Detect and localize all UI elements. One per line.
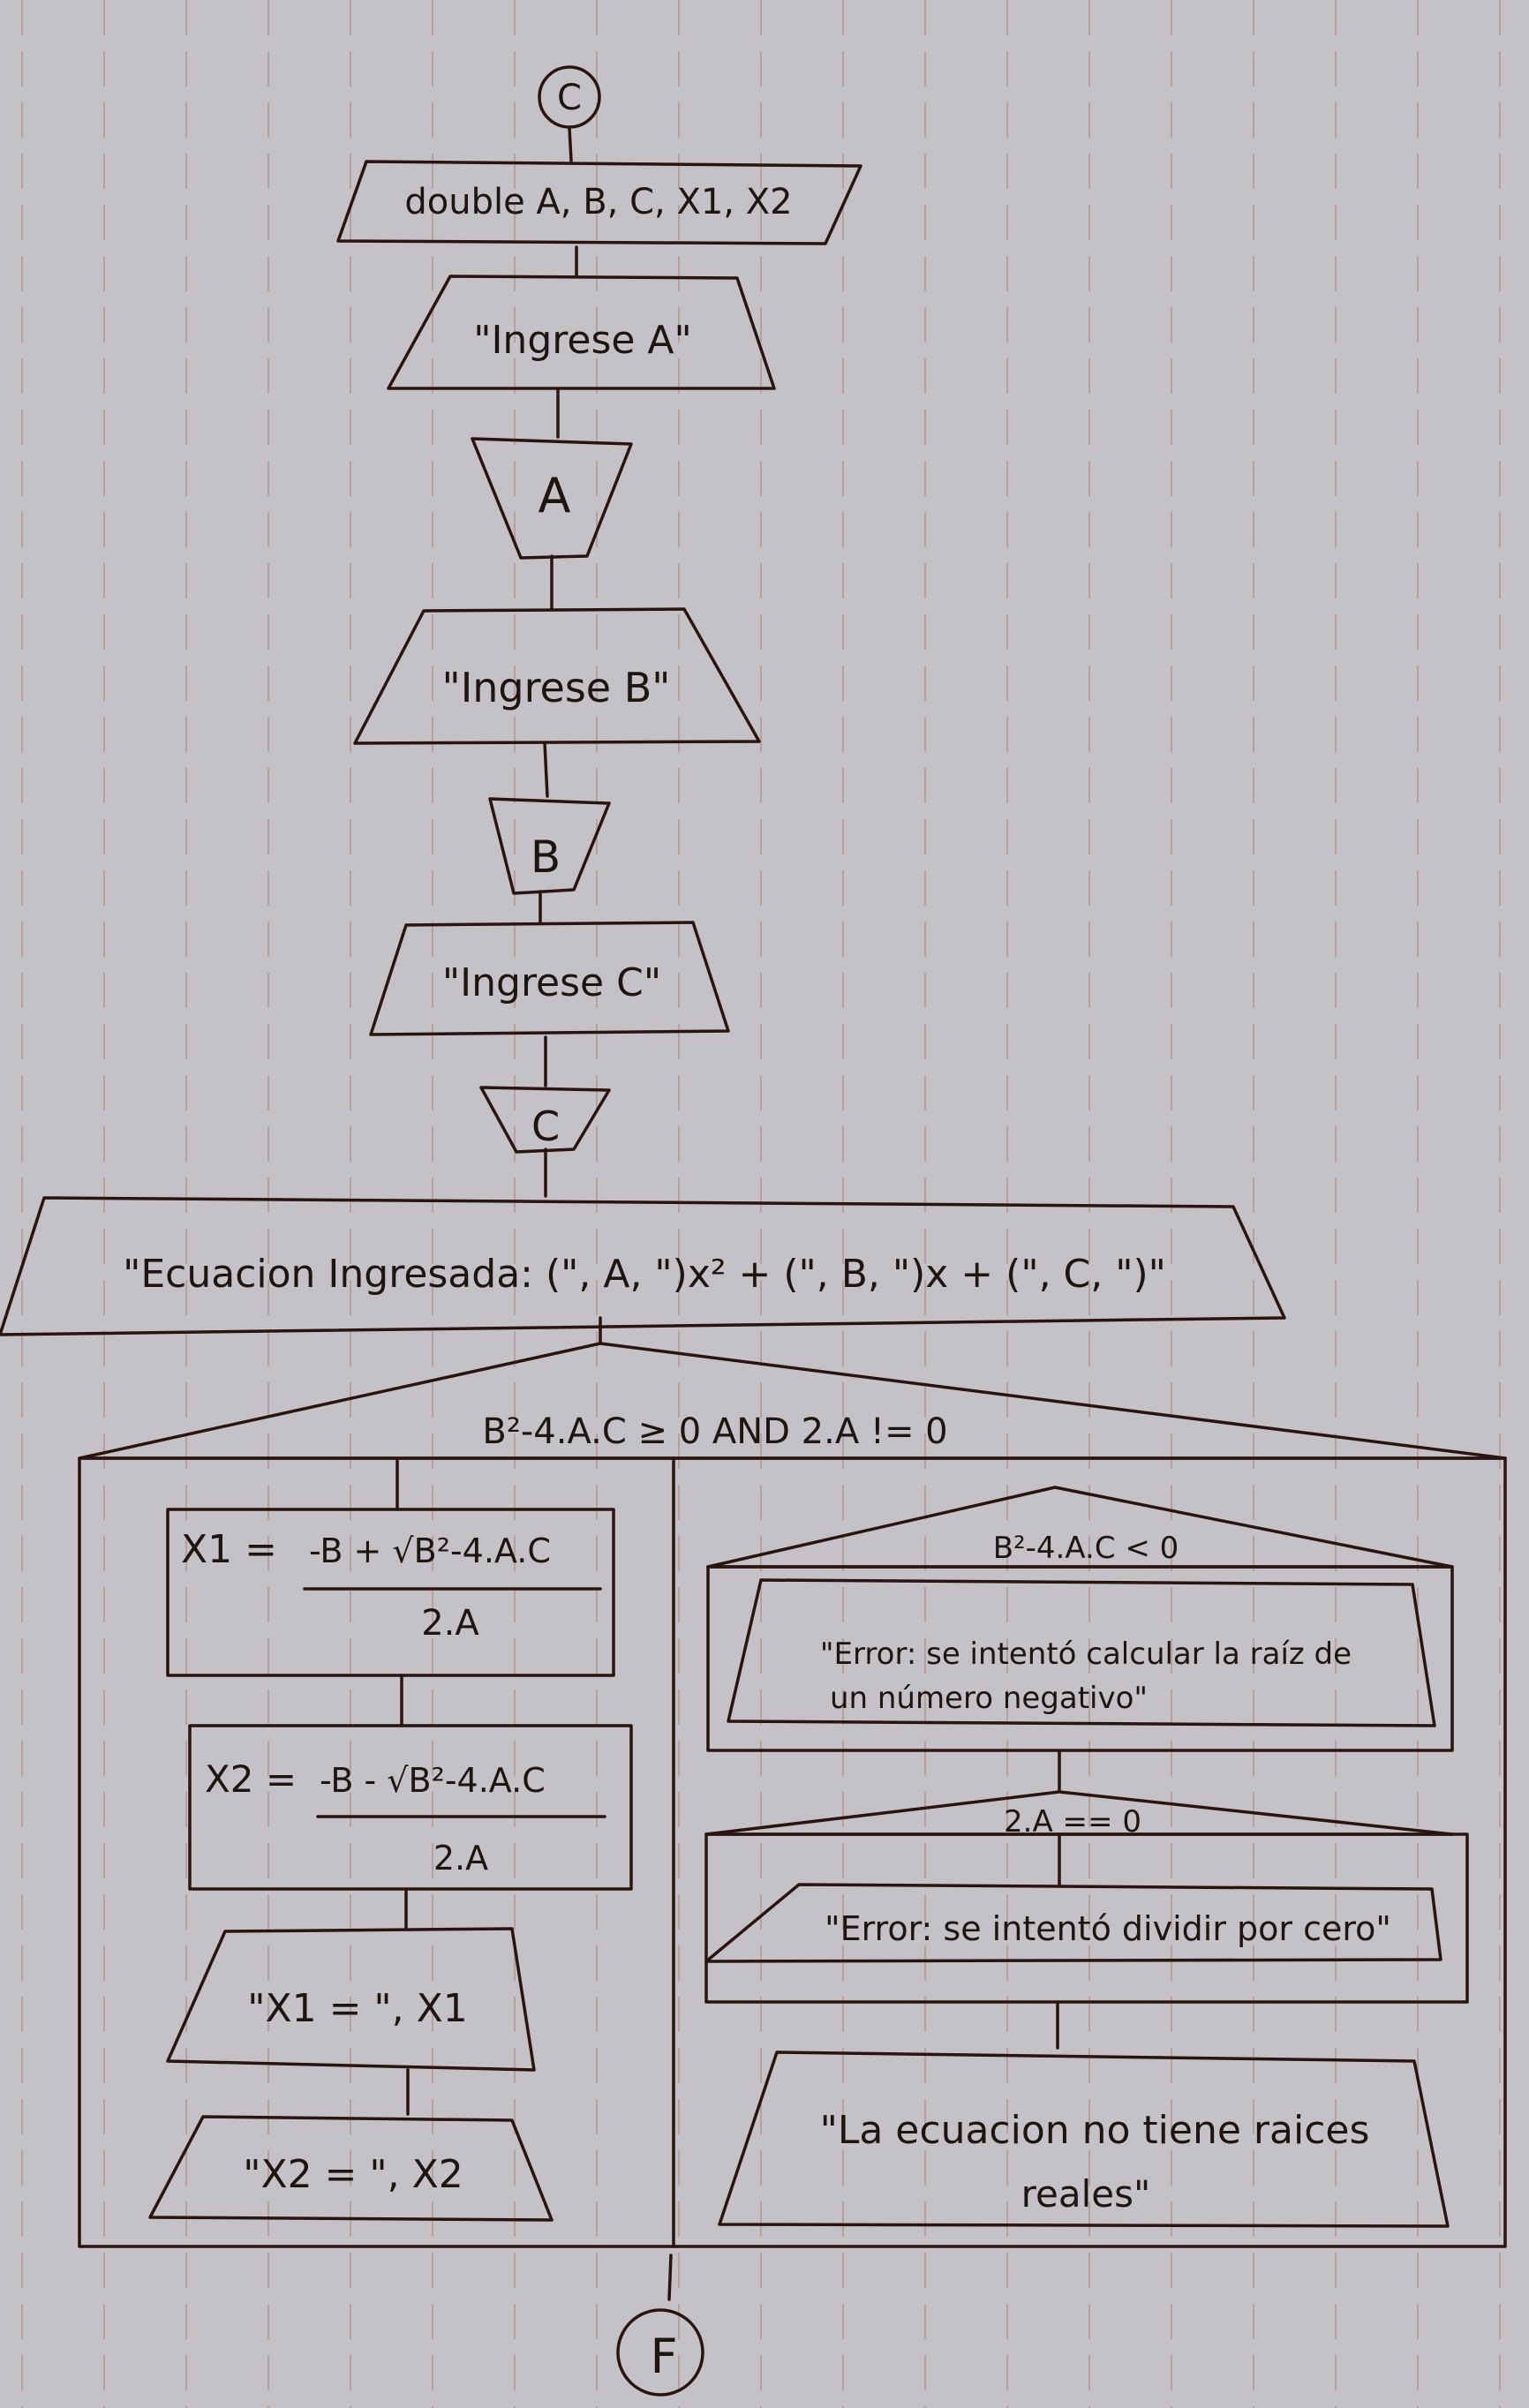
input-c-box: C [479,1086,611,1154]
main-condition-text: B²-4.A.C ≥ 0 AND 2.A != 0 [482,1411,947,1452]
true-branch: X1 = -B + √B²-4.A.C 2.A X2 = -B - √B²-4.… [148,1459,633,2222]
prompt-a-text: "Ingrese A" [473,318,692,363]
prompt-a-box: "Ingrese A" [387,275,776,390]
end-connector: F [616,2308,704,2397]
start-connector-label: C [557,78,582,118]
error-negative-line1: "Error: se intentó calcular la raíz de [820,1637,1352,1672]
input-b-box: B [488,797,611,895]
x1-numerator: -B + √B²-4.A.C [309,1531,551,1570]
negative-decision: B²-4.A.C < 0 "Error: se intentó calcular… [706,1486,1454,1752]
x1-denominator: 2.A [421,1603,479,1644]
input-a-box: A [471,437,633,560]
x2-process-box: X2 = -B - √B²-4.A.C 2.A [188,1724,633,1891]
prompt-c-box: "Ingrese C" [369,921,730,1036]
input-a-text: A [539,468,571,523]
x1-lhs: X1 = [181,1527,277,1572]
false-branch: B²-4.A.C < 0 "Error: se intentó calcular… [704,1486,1469,2228]
print-x1-text: "X1 = ", X1 [247,1986,468,2031]
equation-output-text: "Ecuacion Ingresada: (", A, ")x² + (", B… [123,1252,1166,1297]
flowchart: C double A, B, C, X1, X2 "Ingrese A" A "… [0,0,1507,2408]
zero-decision: 2.A == 0 "Error: se intentó dividir por … [704,1790,1469,2050]
start-connector: C [538,65,601,129]
x2-denominator: 2.A [433,1839,488,1877]
prompt-c-text: "Ingrese C" [442,960,661,1005]
input-b-text: B [531,832,561,883]
no-real-roots-line1: "La ecuacion no tiene raices [820,2108,1370,2153]
declaration-box: double A, B, C, X1, X2 [336,160,862,245]
input-c-text: C [531,1102,560,1150]
x2-numerator: -B - √B²-4.A.C [320,1761,546,1800]
no-real-roots-box: "La ecuacion no tiene raices reales" [718,2051,1450,2228]
equation-output-box: "Ecuacion Ingresada: (", A, ")x² + (", B… [0,1196,1286,1336]
cond-negative-text: B²-4.A.C < 0 [993,1531,1179,1566]
error-zero-text: "Error: se intentó dividir por cero" [825,1909,1391,1948]
no-real-roots-line2: reales" [1021,2172,1151,2216]
error-negative-line2: un número negativo" [830,1681,1148,1716]
x1-process-box: X1 = -B + √B²-4.A.C 2.A [166,1508,615,1677]
prompt-b-text: "Ingrese B" [442,664,671,711]
flow-lines [539,126,673,2301]
declaration-text: double A, B, C, X1, X2 [404,182,792,222]
print-x2-text: "X2 = ", X2 [243,2152,463,2197]
prompt-b-box: "Ingrese B" [353,607,761,745]
end-connector-label: F [650,2329,677,2384]
x2-lhs: X2 = [205,1757,297,1801]
